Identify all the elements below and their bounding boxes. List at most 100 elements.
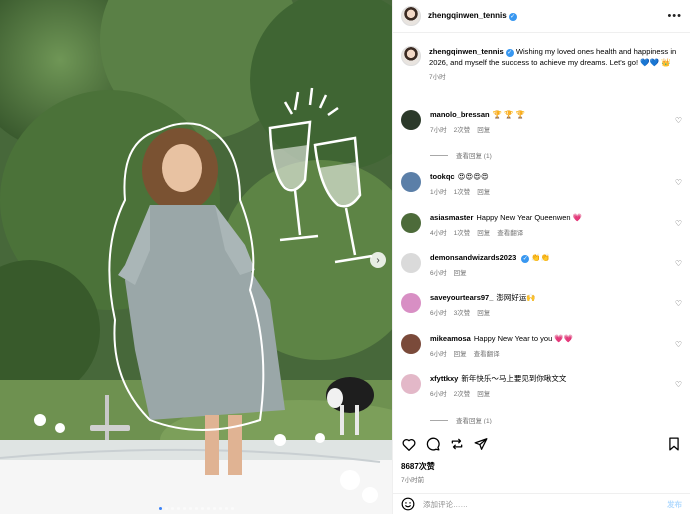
comment-username[interactable]: asiasmaster xyxy=(430,213,473,222)
carousel-dot xyxy=(224,507,228,510)
comment-username[interactable]: mikeamosa xyxy=(430,334,471,343)
view-replies-button[interactable]: 查看回复 (1) xyxy=(430,150,492,160)
comment-time: 6小时 xyxy=(430,351,447,358)
view-replies-label[interactable]: 查看回复 (1) xyxy=(456,150,492,160)
commenter-avatar[interactable] xyxy=(401,172,421,192)
comment-input[interactable] xyxy=(423,499,667,509)
comment-username[interactable]: saveyourtears97_ xyxy=(430,293,493,302)
comment: saveyourtears97_ 澎网好运🙌 6小时 3次赞 回复 ♡ xyxy=(401,293,682,317)
comment-text: 🏆 🏆 🏆 xyxy=(492,110,525,119)
comment-username[interactable]: manolo_bressan xyxy=(430,110,490,119)
heart-outline-icon[interactable]: ♡ xyxy=(675,380,682,389)
comment-text: 澎网好运🙌 xyxy=(496,293,536,302)
carousel-dot xyxy=(206,507,210,510)
commenter-avatar[interactable] xyxy=(401,374,421,394)
owner-username[interactable]: zhengqinwen_tennis ✓ xyxy=(428,11,517,21)
comment-bubble-icon[interactable] xyxy=(425,436,441,452)
photo-scene xyxy=(0,0,392,514)
comment-text: 新年快乐～马上要见到你啾文文 xyxy=(461,374,567,383)
post-actions xyxy=(401,434,682,454)
caption-avatar[interactable] xyxy=(401,46,421,66)
emoji-icon[interactable] xyxy=(401,497,415,511)
comment: asiasmaster Happy New Year Queenwen 💗 4小时… xyxy=(401,213,682,237)
view-replies-button[interactable]: 查看回复 (1) xyxy=(430,415,492,424)
comment: demonsandwizards2023 ✓ 👏👏 6小时 回复 ♡ xyxy=(401,253,682,277)
caption: zhengqinwen_tennis ✓ Wishing my loved one… xyxy=(393,34,690,83)
next-photo-button[interactable]: › xyxy=(370,252,386,268)
caption-time: 7小时 xyxy=(429,74,446,81)
owner-username-text[interactable]: zhengqinwen_tennis xyxy=(428,11,507,20)
like-heart-icon[interactable] xyxy=(401,436,417,452)
reply-button[interactable]: 回复 xyxy=(454,348,467,358)
comment: manolo_bressan 🏆 🏆 🏆 7小时 2次赞 回复 ♡ xyxy=(401,110,682,134)
comment: xfyttkxy 新年快乐～马上要见到你啾文文 6小时 2次赞 回复 ♡ xyxy=(401,374,682,398)
carousel-dot xyxy=(158,507,162,510)
reply-button[interactable]: 回复 xyxy=(477,307,490,317)
comment-text: 👏👏 xyxy=(531,253,551,262)
comment-username[interactable]: xfyttkxy xyxy=(430,374,458,383)
comment-time: 1小时 xyxy=(430,189,447,196)
comment-text: 😍😍😍😍 xyxy=(457,172,489,181)
bookmark-icon[interactable] xyxy=(666,436,682,452)
heart-outline-icon[interactable]: ♡ xyxy=(675,299,682,308)
heart-outline-icon[interactable]: ♡ xyxy=(675,219,682,228)
repost-icon[interactable] xyxy=(449,436,465,452)
comment-text: Happy New Year to you 💗💗 xyxy=(473,334,574,343)
chevron-right-icon: › xyxy=(376,254,380,266)
carousel-dot xyxy=(230,507,234,510)
comment-time: 7小时 xyxy=(430,127,447,134)
reply-button[interactable]: 回复 xyxy=(477,388,490,398)
comment-username[interactable]: tookqc xyxy=(430,172,455,181)
verified-icon: ✓ xyxy=(505,49,514,57)
reply-button[interactable]: 回复 xyxy=(454,267,467,277)
comment-text: Happy New Year Queenwen 💗 xyxy=(476,213,583,222)
commenter-avatar[interactable] xyxy=(401,110,421,130)
commenter-avatar[interactable] xyxy=(401,293,421,313)
heart-outline-icon[interactable]: ♡ xyxy=(675,116,682,125)
comment-likes[interactable]: 1次赞 xyxy=(454,227,471,237)
post-comment-button[interactable]: 发布 xyxy=(667,499,682,510)
view-replies-label[interactable]: 查看回复 (1) xyxy=(456,415,492,424)
carousel-dot xyxy=(164,507,168,510)
more-horizontal-icon[interactable]: ••• xyxy=(667,10,682,22)
heart-outline-icon[interactable]: ♡ xyxy=(675,178,682,187)
commenter-avatar[interactable] xyxy=(401,334,421,354)
comments-feed[interactable]: zhengqinwen_tennis ✓ Wishing my loved one… xyxy=(393,34,690,424)
heart-outline-icon[interactable]: ♡ xyxy=(675,340,682,349)
verified-icon: ✓ xyxy=(508,13,517,21)
comment-likes[interactable]: 1次赞 xyxy=(454,186,471,196)
comment: mikeamosa Happy New Year to you 💗💗 6小时 回复查… xyxy=(401,334,682,358)
see-translation-button[interactable]: 查看翻译 xyxy=(497,227,523,237)
post-time: 7小时前 xyxy=(401,477,425,484)
post-detail-panel: zhengqinwen_tennis ✓ ••• zhengqinwen_tenn… xyxy=(392,0,690,514)
carousel-dot xyxy=(182,507,186,510)
comment-username[interactable]: demonsandwizards2023 xyxy=(430,253,516,262)
carousel-dots xyxy=(0,507,392,510)
comment-time: 6小时 xyxy=(430,310,447,317)
owner-avatar[interactable] xyxy=(401,6,421,26)
verified-icon: ✓ xyxy=(521,255,530,263)
comment-time: 6小时 xyxy=(430,270,447,277)
heart-outline-icon[interactable]: ♡ xyxy=(675,259,682,268)
comment-likes[interactable]: 2次赞 xyxy=(454,388,471,398)
post-photo[interactable]: › xyxy=(0,0,392,514)
likes-count[interactable]: 8687次赞 xyxy=(401,461,435,472)
comment-time: 6小时 xyxy=(430,391,447,398)
share-send-icon[interactable] xyxy=(473,436,489,452)
reply-button[interactable]: 回复 xyxy=(477,227,490,237)
reply-button[interactable]: 回复 xyxy=(477,124,490,134)
carousel-dot xyxy=(212,507,216,510)
post-header: zhengqinwen_tennis ✓ ••• xyxy=(393,0,690,33)
caption-username[interactable]: zhengqinwen_tennis xyxy=(429,47,504,56)
reply-button[interactable]: 回复 xyxy=(477,186,490,196)
commenter-avatar[interactable] xyxy=(401,253,421,273)
comment-likes[interactable]: 3次赞 xyxy=(454,307,471,317)
carousel-dot xyxy=(176,507,180,510)
comment-likes[interactable]: 2次赞 xyxy=(454,124,471,134)
carousel-dot xyxy=(194,507,198,510)
add-comment-bar: 发布 xyxy=(393,493,690,514)
comment: tookqc 😍😍😍😍 1小时 1次赞 回复 ♡ xyxy=(401,172,682,196)
commenter-avatar[interactable] xyxy=(401,213,421,233)
see-translation-button[interactable]: 查看翻译 xyxy=(474,348,500,358)
carousel-dot xyxy=(200,507,204,510)
